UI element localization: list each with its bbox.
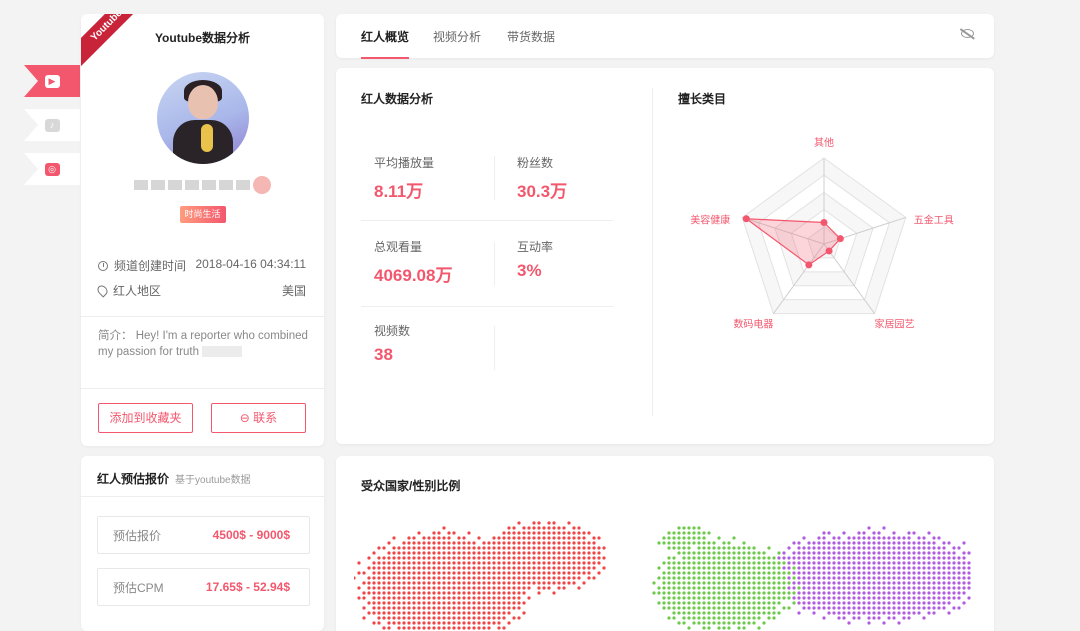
total-views-label: 总观看量 — [374, 240, 423, 254]
estimated-price-label: 预估报价 — [113, 528, 162, 543]
radar-point — [836, 235, 844, 243]
followers-value: 30.3万 — [517, 182, 568, 201]
estimated-cpm-value: 17.65$ - 52.94$ — [205, 580, 290, 594]
profile-title: Youtube数据分析 — [154, 31, 251, 45]
radar-axis-label: 五金工具 — [914, 213, 954, 226]
radar-axis-label: 美容健康 — [690, 213, 730, 226]
hide-eye-icon[interactable] — [961, 29, 974, 38]
radar-axis-label: 其他 — [814, 136, 834, 149]
audience-world-map — [354, 521, 971, 630]
created-time-label: 频道创建时间 — [114, 259, 187, 273]
radar-point — [742, 215, 750, 223]
youtube-icon: ▶ — [44, 74, 60, 88]
created-time-row: 频道创建时间 2018-04-16 04:34:11 — [98, 257, 306, 274]
tab-video-analysis[interactable]: 视频分析 — [433, 28, 481, 45]
tab-overview[interactable]: 红人概览 — [361, 28, 410, 59]
avg-views-label: 平均播放量 — [374, 156, 435, 170]
price-subtitle: 基于youtube数据 — [175, 475, 251, 486]
estimated-price-value: 4500$ - 9000$ — [212, 528, 290, 542]
radar-point — [805, 261, 813, 269]
audience-title: 受众国家/性别比例 — [361, 479, 461, 493]
price-title: 红人预估报价 — [97, 472, 170, 486]
total-views-value: 4069.08万 — [374, 266, 453, 285]
clock-icon — [98, 260, 108, 271]
analysis-title: 红人数据分析 — [361, 92, 434, 106]
tab-sales-data[interactable]: 带货数据 — [507, 28, 555, 45]
radar-point — [820, 219, 828, 226]
profile-card: Youtube Youtube数据分析 时尚生活 频道创建时间 2018-04-… — [81, 14, 324, 446]
location-pin-icon — [95, 283, 110, 298]
bio: 简介： Hey! I'm a reporter who combined my … — [98, 328, 308, 360]
engagement-label: 互动率 — [517, 240, 554, 254]
audience-card: 受众国家/性别比例 — [336, 456, 994, 631]
categories-title: 擅长类目 — [678, 92, 727, 106]
add-favorite-button[interactable]: 添加到收藏夹 — [98, 403, 193, 433]
tiktok-icon: ♪ — [44, 118, 60, 132]
video-count-value: 38 — [374, 345, 393, 364]
region-row: 红人地区 美国 — [95, 282, 306, 299]
instagram-icon: ◎ — [44, 162, 60, 176]
radar-axis-label: 家居园艺 — [875, 318, 915, 331]
platform-tab-tiktok[interactable]: ♪ — [24, 109, 80, 141]
avg-views-value: 8.11万 — [374, 182, 424, 201]
price-card: 红人预估报价 基于youtube数据 预估报价 4500$ - 9000$ 预估… — [81, 456, 324, 631]
video-count-label: 视频数 — [374, 324, 411, 338]
analysis-card: 红人数据分析 平均播放量 8.11万 粉丝数 30.3万 总观看量 4069.0… — [336, 68, 994, 444]
category-radar-chart: 其他五金工具家居园艺 数码电器 美容健康 — [690, 136, 954, 331]
radar-axis-label: 数码电器 — [733, 318, 773, 331]
platform-tab-youtube[interactable]: ▶ — [24, 65, 80, 97]
estimated-cpm-label: 预估CPM — [113, 580, 164, 595]
engagement-value: 3% — [517, 261, 542, 280]
contact-button[interactable]: ⊖ 联系 — [211, 403, 306, 433]
created-time-value: 2018-04-16 04:34:11 — [195, 257, 306, 271]
region-value: 美国 — [281, 284, 306, 298]
estimated-price-box: 预估报价 4500$ - 9000$ — [97, 516, 310, 554]
region-label: 红人地区 — [113, 284, 162, 298]
tab-bar: 红人概览 视频分析 带货数据 — [336, 14, 994, 59]
bio-prefix: 简介： — [98, 330, 133, 342]
avatar — [156, 72, 249, 164]
category-tag: 时尚生活 — [179, 206, 226, 223]
estimated-cpm-box: 预估CPM 17.65$ - 52.94$ — [97, 568, 310, 606]
followers-label: 粉丝数 — [517, 156, 554, 170]
platform-tab-instagram[interactable]: ◎ — [24, 153, 80, 185]
radar-point — [825, 247, 833, 255]
blurred-username — [81, 176, 324, 194]
